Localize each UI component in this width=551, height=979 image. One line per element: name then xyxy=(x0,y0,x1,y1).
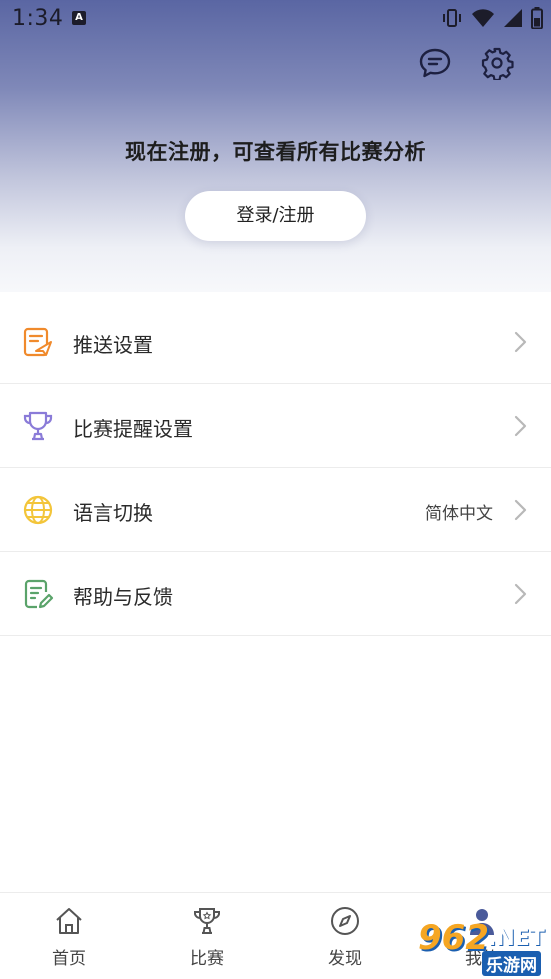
vibrate-icon xyxy=(443,9,461,27)
gear-icon xyxy=(481,47,514,80)
globe-icon xyxy=(23,495,53,525)
status-icons xyxy=(441,6,543,30)
menu-item-language[interactable]: 语言切换 简体中文 xyxy=(0,468,551,552)
login-register-button[interactable]: 登录/注册 xyxy=(185,191,366,241)
notification-badge: A xyxy=(72,11,86,25)
menu-label: 帮助与反馈 xyxy=(73,585,173,609)
menu-label: 语言切换 xyxy=(73,501,153,525)
signal-icon xyxy=(504,9,522,27)
chevron-right-icon xyxy=(514,499,527,521)
register-prompt: 现在注册，可查看所有比赛分析 xyxy=(125,140,426,164)
bottom-tab-bar: 首页 比赛 发现 我的 xyxy=(0,892,551,979)
menu-label: 推送设置 xyxy=(73,333,153,357)
message-button[interactable] xyxy=(417,45,453,81)
battery-icon xyxy=(531,7,543,29)
chevron-right-icon xyxy=(514,583,527,605)
trophy-icon xyxy=(23,411,53,441)
tab-discover[interactable]: 发现 xyxy=(276,893,414,979)
profile-icon xyxy=(470,909,494,935)
tab-home[interactable]: 首页 xyxy=(0,893,138,979)
message-icon xyxy=(419,48,451,78)
menu-label: 比赛提醒设置 xyxy=(73,417,193,441)
menu-item-push-settings[interactable]: 推送设置 xyxy=(0,300,551,384)
push-settings-icon xyxy=(23,327,52,357)
current-language-value: 简体中文 xyxy=(425,504,493,524)
tab-label: 比赛 xyxy=(190,949,224,969)
tab-label: 首页 xyxy=(52,949,86,969)
tab-profile[interactable]: 我的 xyxy=(413,893,551,979)
status-time: 1:34 xyxy=(12,6,64,31)
menu-item-match-reminder[interactable]: 比赛提醒设置 xyxy=(0,384,551,468)
tab-matches[interactable]: 比赛 xyxy=(138,893,276,979)
chevron-right-icon xyxy=(514,331,527,353)
wifi-icon xyxy=(472,9,494,27)
status-bar: 1:34 A xyxy=(0,0,551,36)
home-icon xyxy=(56,908,82,934)
tab-label: 发现 xyxy=(328,949,362,969)
settings-menu: 推送设置 比赛提醒设置 语言切换 简体中文 帮助与反馈 xyxy=(0,300,551,636)
compass-icon xyxy=(331,907,359,935)
chevron-right-icon xyxy=(514,415,527,437)
trophy-tab-icon xyxy=(194,908,220,934)
tab-label: 我的 xyxy=(465,949,499,969)
settings-button[interactable] xyxy=(479,45,515,81)
menu-item-help-feedback[interactable]: 帮助与反馈 xyxy=(0,552,551,636)
feedback-icon xyxy=(24,579,54,609)
header-area: 1:34 A 现在注册，可查看所有比赛分析 登录/注册 xyxy=(0,0,551,292)
